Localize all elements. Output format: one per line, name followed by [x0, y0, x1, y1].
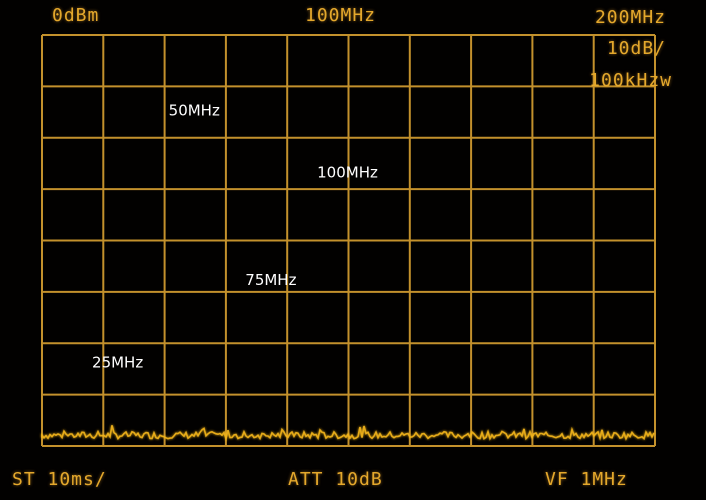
peak-label: 25MHz — [92, 353, 143, 371]
video-bandwidth-readout: VF 1MHz — [545, 469, 628, 490]
peak-label: 50MHz — [169, 102, 220, 120]
sweep-time-readout: ST 10ms/ — [12, 469, 107, 490]
resolution-bandwidth-readout: 100kHzw — [589, 70, 672, 91]
signal-peaks — [40, 99, 581, 441]
center-frequency-readout: 100MHz — [305, 5, 377, 26]
peak-label: 100MHz — [317, 163, 378, 181]
attenuation-readout: ATT 10dB — [288, 469, 383, 490]
reference-level-readout: 0dBm — [52, 5, 100, 26]
analyzer-screen: 25MHz 50MHz 75MHz 100MHz 0dBm 100MHz 200MHz… — [0, 0, 706, 500]
peak-label: 75MHz — [245, 271, 296, 289]
peak-labels: 25MHz 50MHz 75MHz 100MHz — [92, 102, 378, 372]
span-readout: 200MHz — [594, 7, 666, 28]
scale-readout: 10dB/ — [606, 38, 666, 59]
